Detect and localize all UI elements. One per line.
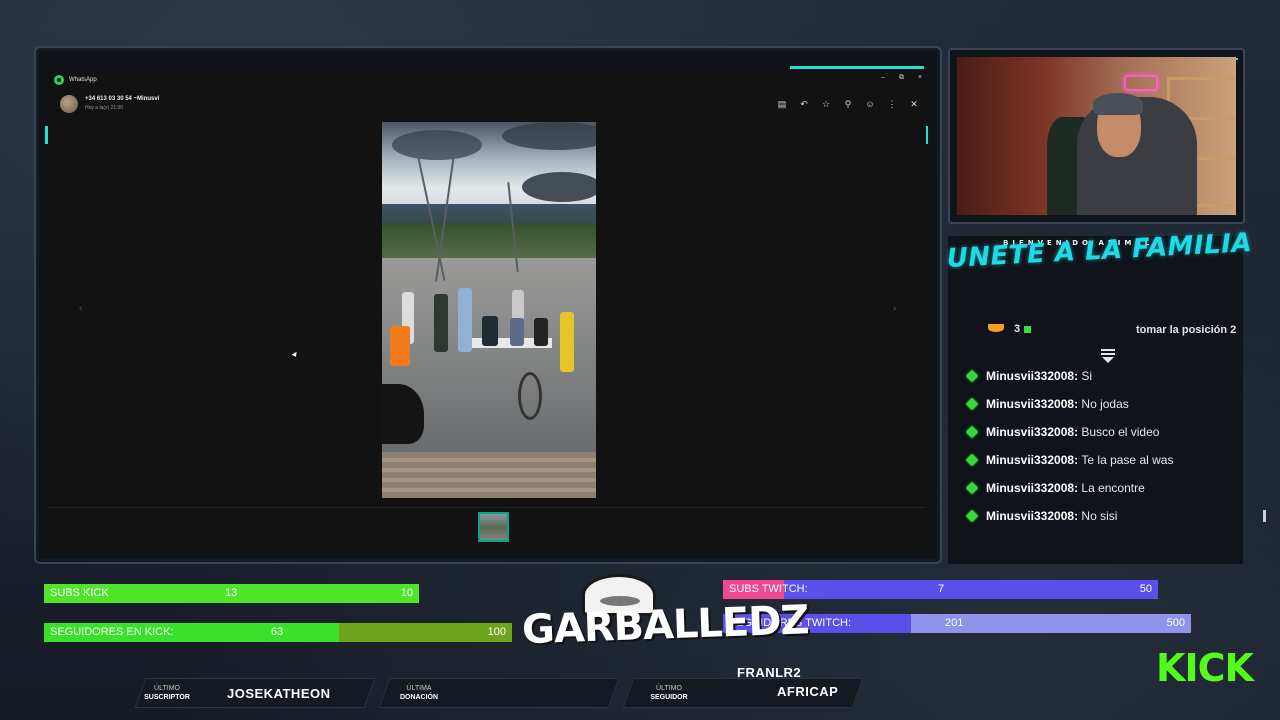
- seguidores-kick-label: SEGUIDORES EN KICK:: [50, 626, 174, 638]
- partial-chat-message: 3 tomar la posición 2: [988, 322, 1238, 336]
- green-badge: [1024, 326, 1031, 333]
- kick-badge-icon: [965, 481, 979, 495]
- seguidores-twitch-goal: 500: [1166, 617, 1185, 629]
- subs-kick-goal-bar: SUBS KICK 13 10: [44, 584, 419, 603]
- avatar[interactable]: [60, 95, 78, 113]
- webcam-video: [957, 57, 1236, 215]
- chat-message: Minusvii332008: Busco el video: [965, 418, 1236, 446]
- caption-icon[interactable]: ▤: [776, 98, 788, 110]
- shared-photo: [382, 122, 596, 498]
- chat-message-list: Minusvii332008: Si Minusvii332008: No jo…: [965, 362, 1236, 530]
- pin-icon[interactable]: ⚲: [842, 98, 854, 110]
- chat-text: Si: [1081, 369, 1093, 383]
- chat-text: Busco el video: [1081, 425, 1160, 439]
- chat-scrollbar[interactable]: [1263, 510, 1266, 522]
- minimize-button[interactable]: –: [881, 74, 885, 82]
- last-follower-value-1: FRANLR2: [737, 665, 802, 680]
- restore-button[interactable]: ⧉: [899, 74, 904, 82]
- last-subscriber-label: ÚLTIMO SUSCRIPTOR: [144, 685, 190, 701]
- chat-text: No jodas: [1081, 397, 1129, 411]
- contact-name: +34 613 03 30 54 ~Minusvi: [85, 96, 160, 102]
- kick-badge-icon: [965, 509, 979, 523]
- app-title: WhatsApp: [69, 77, 97, 83]
- chat-username[interactable]: Minusvii332008: [986, 425, 1074, 439]
- title-bar: WhatsApp – ⧉ ×: [48, 71, 926, 89]
- chat-text: La encontre: [1081, 481, 1145, 495]
- more-icon[interactable]: ⋮: [886, 98, 898, 110]
- seguidores-kick-goal-bar: SEGUIDORES EN KICK: 63 100: [44, 623, 512, 642]
- partial-message-text: tomar la posición 2: [1136, 324, 1237, 336]
- kick-badge-icon: [965, 369, 979, 383]
- last-donation-label: ÚLTIMA DONACIÓN: [399, 685, 439, 701]
- rank-number: 3: [1014, 323, 1021, 335]
- kick-logo: KICK: [1156, 646, 1254, 690]
- last-subscriber-value: JOSEKATHEON: [227, 686, 331, 701]
- chat-message: Minusvii332008: Si: [965, 362, 1236, 390]
- subs-twitch-current: 7: [938, 583, 945, 595]
- chat-message: Minusvii332008: La encontre: [965, 474, 1236, 502]
- chat-text: Te la pase al was: [1081, 453, 1174, 467]
- seguidores-kick-current: 63: [271, 626, 284, 638]
- media-thumbnail[interactable]: [478, 512, 509, 542]
- chat-username[interactable]: Minusvii332008: [986, 397, 1074, 411]
- chat-message: Minusvii332008: Te la pase al was: [965, 446, 1236, 474]
- scroll-down-icon[interactable]: [1101, 349, 1115, 363]
- chat-message: Minusvii332008: No jodas: [965, 390, 1236, 418]
- subs-twitch-goal-bar: SUBS TWITCH: 7 50: [723, 580, 1158, 599]
- chat-message: Minusvii332008: No sisi: [965, 502, 1236, 530]
- reply-icon[interactable]: ↶: [798, 98, 810, 110]
- last-follower-label: ÚLTIMO SEGUIDOR: [650, 685, 688, 701]
- whatsapp-logo-icon: [54, 75, 64, 85]
- window-controls: – ⧉ ×: [881, 74, 922, 82]
- mouse-cursor: [291, 351, 299, 359]
- close-icon[interactable]: ✕: [908, 98, 920, 110]
- media-toolbar: ▤ ↶ ☆ ⚲ ☺ ⋮ ✕: [776, 98, 920, 110]
- frame-accent-top: [790, 66, 924, 69]
- channel-logo: GARBALLEDZ: [521, 597, 810, 654]
- kick-badge-icon: [965, 397, 979, 411]
- chat-username[interactable]: Minusvii332008: [986, 509, 1074, 523]
- next-media-arrow[interactable]: ›: [893, 303, 896, 314]
- kick-badge-icon: [965, 453, 979, 467]
- star-icon[interactable]: ☆: [820, 98, 832, 110]
- window-close-button[interactable]: ×: [918, 74, 922, 82]
- whatsapp-window: WhatsApp – ⧉ × +34 613 03 30 54 ~Minusvi…: [48, 71, 926, 552]
- subs-kick-goal: 10: [400, 587, 413, 599]
- chat-username[interactable]: Minusvii332008: [986, 369, 1074, 383]
- message-timestamp: Hoy a la(s) 21:00: [85, 105, 124, 111]
- chat-text: No sisi: [1081, 509, 1118, 523]
- emoji-icon[interactable]: ☺: [864, 98, 876, 110]
- seguidores-kick-goal: 100: [487, 626, 506, 638]
- chat-username[interactable]: Minusvii332008: [986, 481, 1074, 495]
- subs-twitch-label: SUBS TWITCH:: [729, 583, 808, 595]
- last-follower-value-2: AFRICAP: [777, 684, 839, 699]
- seguidores-twitch-current: 201: [945, 617, 964, 629]
- subs-kick-label: SUBS KICK: [50, 587, 109, 599]
- rank-badge: [988, 324, 1004, 332]
- subs-twitch-goal: 50: [1139, 583, 1152, 595]
- media-viewer-header: +34 613 03 30 54 ~Minusvi Hoy a la(s) 21…: [48, 91, 926, 119]
- previous-media-arrow[interactable]: ‹: [79, 303, 82, 314]
- kick-badge-icon: [965, 425, 979, 439]
- subs-kick-current: 13: [225, 587, 238, 599]
- chat-username[interactable]: Minusvii332008: [986, 453, 1074, 467]
